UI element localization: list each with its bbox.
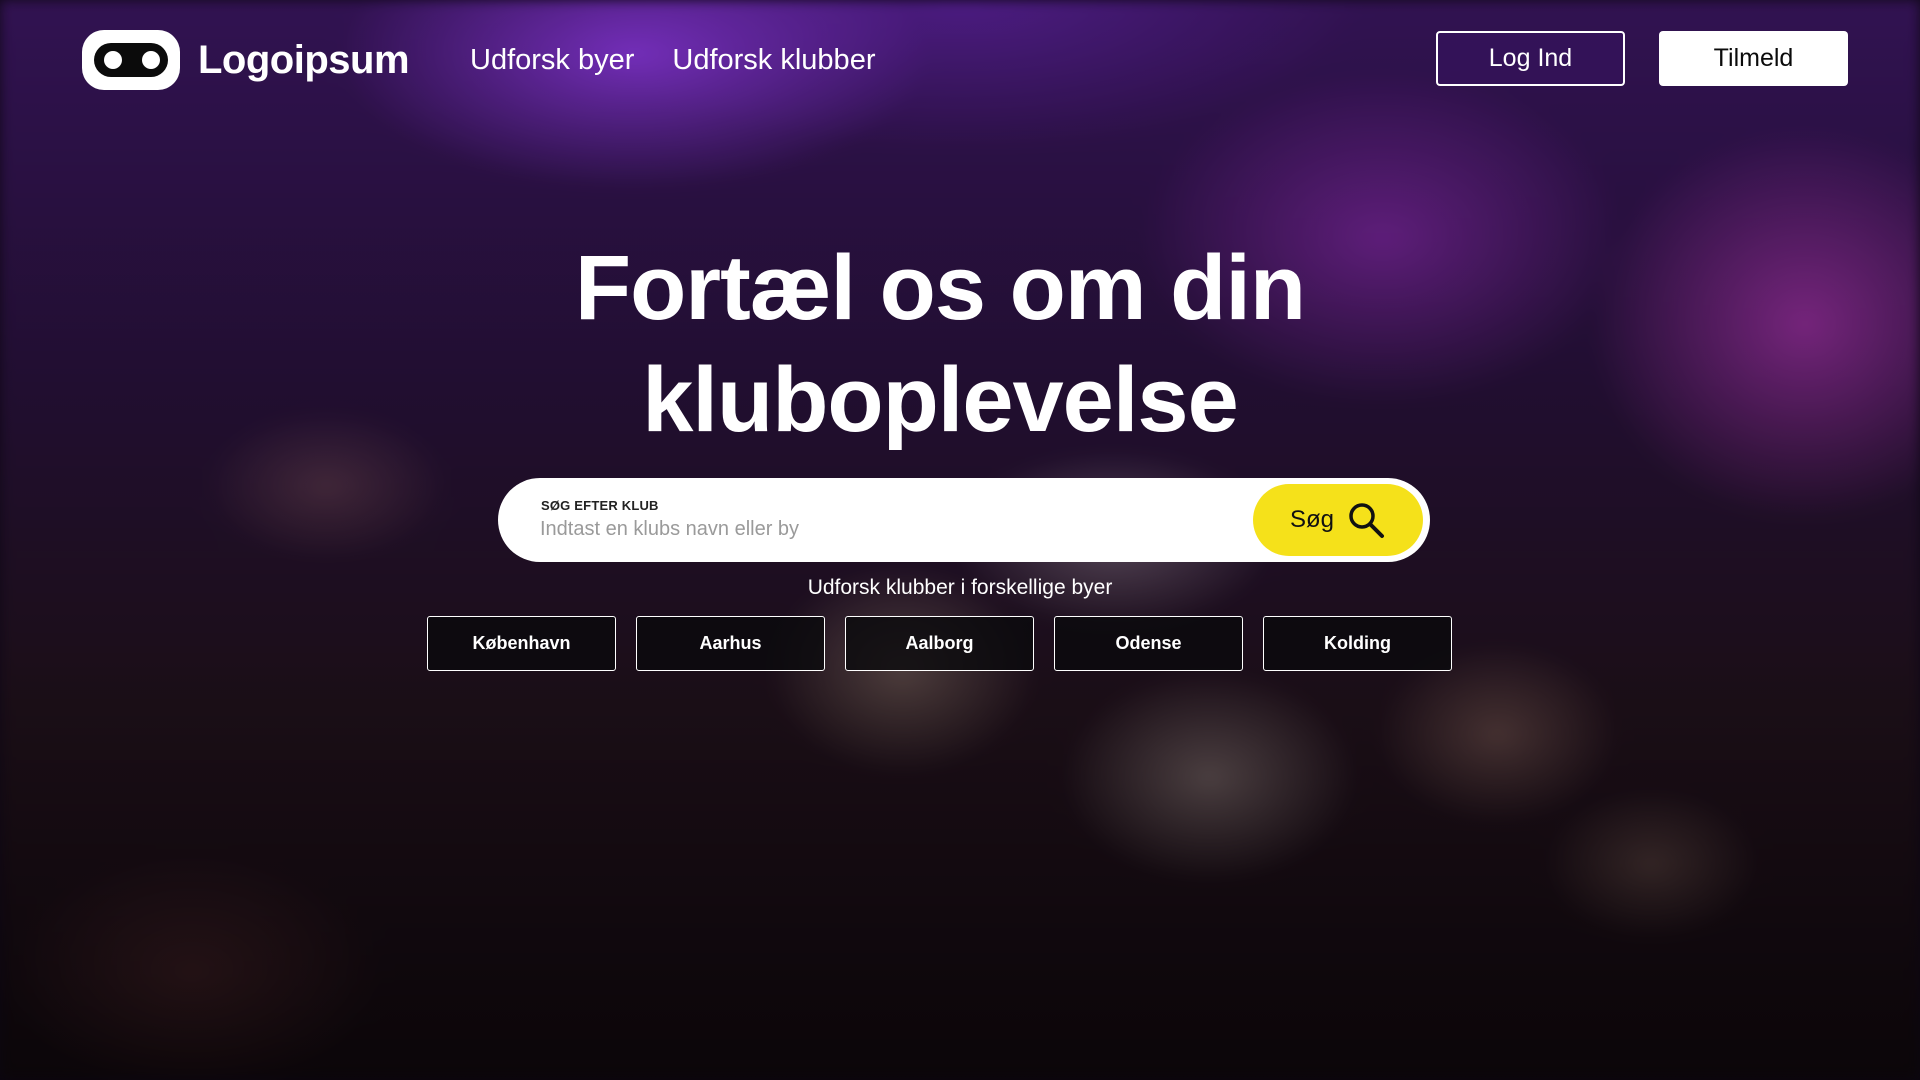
search-input[interactable] xyxy=(540,514,1220,544)
signup-button[interactable]: Tilmeld xyxy=(1659,31,1848,86)
search-button[interactable]: Søg xyxy=(1253,484,1423,556)
login-button[interactable]: Log Ind xyxy=(1436,31,1625,86)
search-icon xyxy=(1349,503,1384,538)
logo-text: Logoipsum xyxy=(198,37,410,82)
site-header: Logoipsum Udforsk byer Udforsk klubber L… xyxy=(0,0,1920,120)
logo-link[interactable]: Logoipsum xyxy=(82,30,410,90)
nav-explore-clubs[interactable]: Udforsk klubber xyxy=(672,44,875,77)
city-button-aarhus[interactable]: Aarhus xyxy=(636,616,825,671)
main-nav: Udforsk byer Udforsk klubber xyxy=(470,44,875,77)
hero-headline-line-1: Fortæl os om din xyxy=(574,237,1306,339)
club-search-bar: SØG EFTER KLUB Søg xyxy=(498,478,1430,562)
city-button-odense[interactable]: Odense xyxy=(1054,616,1243,671)
nav-explore-cities[interactable]: Udforsk byer xyxy=(470,44,634,77)
city-buttons: København Aarhus Aalborg Odense Kolding xyxy=(427,616,1452,671)
city-button-kobenhavn[interactable]: København xyxy=(427,616,616,671)
cities-heading: Udforsk klubber i forskellige byer xyxy=(807,576,1113,599)
city-button-kolding[interactable]: Kolding xyxy=(1263,616,1452,671)
city-button-aalborg[interactable]: Aalborg xyxy=(845,616,1034,671)
search-button-label: Søg xyxy=(1289,506,1334,533)
hero-headline-line-2: kluboplevelse xyxy=(642,349,1238,451)
search-label: SØG EFTER KLUB xyxy=(541,498,659,513)
logo-icon xyxy=(82,30,180,90)
hero-headline: Fortæl os om din kluboplevelse xyxy=(460,232,1420,456)
